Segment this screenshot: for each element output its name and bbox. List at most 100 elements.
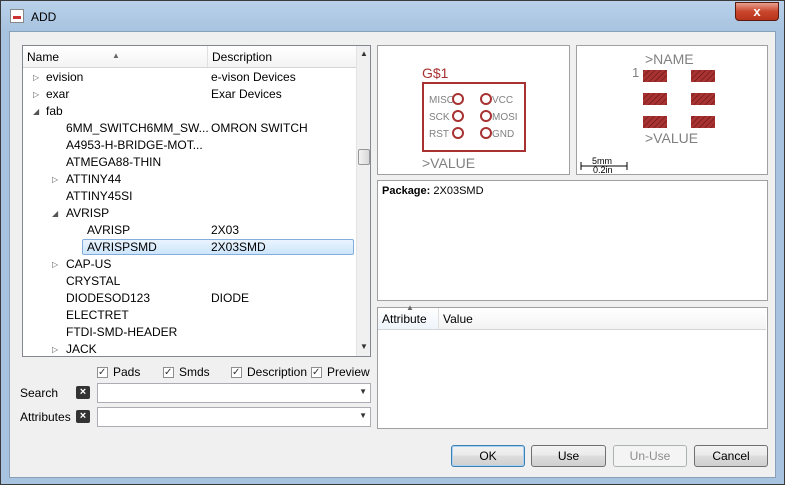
tree-row[interactable]: FTDI-SMD-HEADER	[23, 324, 356, 341]
pads-check-icon[interactable]	[97, 365, 108, 381]
cancel-button[interactable]: Cancel	[694, 445, 768, 467]
tree-row[interactable]: ▷ ATTINY44	[23, 171, 356, 188]
scale-in-label: 0.2in	[593, 165, 613, 174]
tree-row[interactable]: AVRISP 2X03	[23, 222, 356, 239]
pads-label: Pads	[113, 365, 141, 379]
tree-row-name: DIODESOD123	[66, 291, 151, 305]
tree-row-description: DIODE	[211, 291, 250, 305]
pin-label-right: MOSI	[492, 112, 518, 123]
expand-arrow-icon[interactable]: ▷	[33, 86, 43, 103]
expand-arrow-icon[interactable]: ▷	[33, 69, 43, 86]
column-header-name[interactable]: Name ▲	[23, 46, 208, 67]
description-check-icon[interactable]	[231, 365, 242, 381]
pad-5	[643, 116, 667, 128]
clear-attributes-icon[interactable]: ×	[76, 410, 90, 423]
expand-arrow-icon[interactable]: ▷	[52, 171, 62, 188]
column-header-attribute[interactable]: Attribute ▲	[378, 303, 439, 329]
tree-row-name: fab	[46, 104, 63, 118]
use-button[interactable]: Use	[531, 445, 606, 467]
tree-row[interactable]: ATTINY45SI	[23, 188, 356, 205]
window-title: ADD	[31, 10, 57, 24]
pad-6	[691, 116, 715, 128]
scroll-down-icon[interactable]: ▼	[360, 342, 368, 351]
app-icon	[10, 9, 24, 23]
tree-row-description: OMRON SWITCH	[211, 121, 308, 135]
search-combobox[interactable]: ▼	[97, 383, 371, 403]
pad-2	[691, 70, 715, 82]
pin-label-left: SCK	[429, 112, 450, 123]
expand-arrow-icon[interactable]: ▷	[52, 256, 62, 273]
description-label: Description	[247, 365, 308, 379]
pad-1	[643, 70, 667, 82]
column-header-description[interactable]: Description	[208, 46, 356, 67]
expand-arrow-icon[interactable]: ▷	[52, 341, 62, 356]
scrollbar-thumb[interactable]	[358, 149, 370, 165]
tree-row[interactable]: ATMEGA88-THIN	[23, 154, 356, 171]
package-name-label: >NAME	[645, 51, 694, 67]
clear-search-icon[interactable]: ×	[76, 386, 90, 399]
add-dialog-window: ADD x Name ▲ Description ▷ evision e-vison…	[0, 0, 785, 485]
symbol-preview-graphic: G$1 MISO SCK RST VCC MOSI GND >VALUE	[422, 65, 526, 171]
pad-4	[691, 93, 715, 105]
tree-row[interactable]: A4953-H-BRIDGE-MOT...	[23, 137, 356, 154]
column-header-value-label: Value	[443, 312, 473, 326]
dialog-client-area: Name ▲ Description ▷ evision e-vison Devic…	[9, 31, 776, 478]
symbol-name-label: G$1	[422, 65, 449, 81]
pin-label-left: MISO	[429, 95, 455, 106]
tree-vertical-scrollbar[interactable]: ▲ ▼	[356, 46, 370, 356]
tree-row[interactable]: ▷ JACK	[23, 341, 356, 356]
column-header-value[interactable]: Value	[439, 308, 766, 329]
pin-label-right: VCC	[492, 95, 513, 106]
tree-row[interactable]: CRYSTAL	[23, 273, 356, 290]
tree-row-name: FTDI-SMD-HEADER	[66, 325, 178, 339]
preview-check-icon[interactable]	[311, 365, 322, 381]
symbol-preview-panel: G$1 MISO SCK RST VCC MOSI GND >VALUE	[377, 45, 570, 175]
title-bar[interactable]: ADD x	[1, 1, 784, 31]
tree-row[interactable]: DIODESOD123 DIODE	[23, 290, 356, 307]
attribute-table[interactable]: Attribute ▲ Value	[377, 303, 768, 429]
tree-row[interactable]: ELECTRET	[23, 307, 356, 324]
attributes-dropdown-icon[interactable]: ▼	[359, 411, 367, 420]
tree-row[interactable]: 6MM_SWITCH6MM_SW... OMRON SWITCH	[23, 120, 356, 137]
tree-row[interactable]: AVRISPSMD 2X03SMD	[23, 239, 356, 256]
close-button[interactable]: x	[735, 2, 779, 21]
package-value: 2X03SMD	[433, 185, 484, 197]
tree-row[interactable]: ◢ fab	[23, 103, 356, 120]
tree-row-description: Exar Devices	[211, 87, 282, 101]
search-label: Search	[20, 386, 59, 400]
tree-row[interactable]: ▷ CAP-US	[23, 256, 356, 273]
tree-row-description: 2X03	[211, 223, 240, 237]
unuse-button[interactable]: Un-Use	[613, 445, 687, 467]
attributes-combobox[interactable]: ▼	[97, 407, 371, 427]
library-tree[interactable]: Name ▲ Description ▷ evision e-vison Devic…	[22, 45, 371, 357]
collapse-arrow-icon[interactable]: ◢	[33, 103, 43, 120]
tree-row-name: exar	[46, 87, 70, 101]
scroll-up-icon[interactable]: ▲	[360, 49, 368, 58]
tree-row-name: evision	[46, 70, 84, 84]
tree-row-name: ELECTRET	[66, 308, 129, 322]
tree-row[interactable]: ◢ AVRISP	[23, 205, 356, 222]
smds-check-icon[interactable]	[163, 365, 174, 381]
collapse-arrow-icon[interactable]: ◢	[52, 205, 62, 222]
search-dropdown-icon[interactable]: ▼	[359, 387, 367, 396]
description-checkbox[interactable]: Description	[231, 364, 308, 381]
tree-row[interactable]: ▷ evision e-vison Devices	[23, 69, 356, 86]
ok-button[interactable]: OK	[451, 445, 525, 467]
pin1-label: 1	[632, 65, 639, 80]
package-label: Package:	[382, 185, 431, 197]
tree-row-name: CRYSTAL	[66, 274, 121, 288]
sort-ascending-icon: ▲	[112, 51, 120, 60]
tree-row-name: 6MM_SWITCH6MM_SW...	[66, 121, 209, 135]
preview-checkbox[interactable]: Preview	[311, 364, 370, 381]
tree-row[interactable]: ▷ exar Exar Devices	[23, 86, 356, 103]
pads-checkbox[interactable]: Pads	[97, 364, 141, 381]
pin-circle	[452, 110, 464, 122]
pin-circle	[452, 127, 464, 139]
package-preview-graphic: >NAME 1 >VALUE 5mm 0.2in	[580, 51, 715, 174]
tree-row-name: JACK	[66, 342, 97, 356]
symbol-value-label: >VALUE	[422, 155, 475, 171]
smds-checkbox[interactable]: Smds	[163, 364, 210, 381]
pin-circle	[480, 110, 492, 122]
pad-3	[643, 93, 667, 105]
tree-row-name: AVRISP	[87, 223, 131, 237]
